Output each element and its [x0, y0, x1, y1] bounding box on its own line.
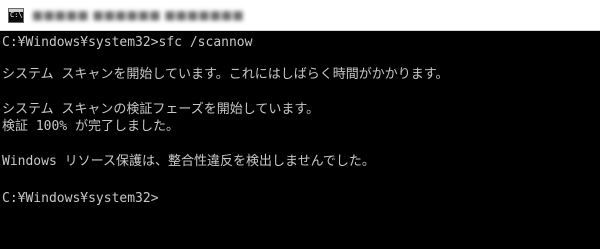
title-bar[interactable]: C:\ ■■■■■ ■■■■■■ ■■■■■■■ [0, 0, 600, 31]
window-title: ■■■■■ ■■■■■■ ■■■■■■■ [32, 8, 244, 22]
console-line-verify-done: 検証 100% が完了しました。 [2, 119, 179, 134]
console-line-result: Windows リソース保護は、整合性違反を検出しませんでした。 [2, 154, 375, 169]
console-output[interactable]: C:¥Windows¥system32>sfc /scannow システム スキ… [0, 31, 600, 249]
command-prompt-window: C:\ ■■■■■ ■■■■■■ ■■■■■■■ C:¥Windows¥syst… [0, 0, 600, 249]
console-icon: C:\ [8, 8, 24, 23]
console-line-scan-start: システム スキャンを開始しています。これにはしばらく時間がかかります。 [2, 67, 449, 82]
console-line-verify-start: システム スキャンの検証フェーズを開始しています。 [2, 102, 320, 117]
console-line-command: C:¥Windows¥system32>sfc /scannow [2, 35, 253, 50]
console-line-prompt[interactable]: C:¥Windows¥system32> [2, 191, 159, 207]
